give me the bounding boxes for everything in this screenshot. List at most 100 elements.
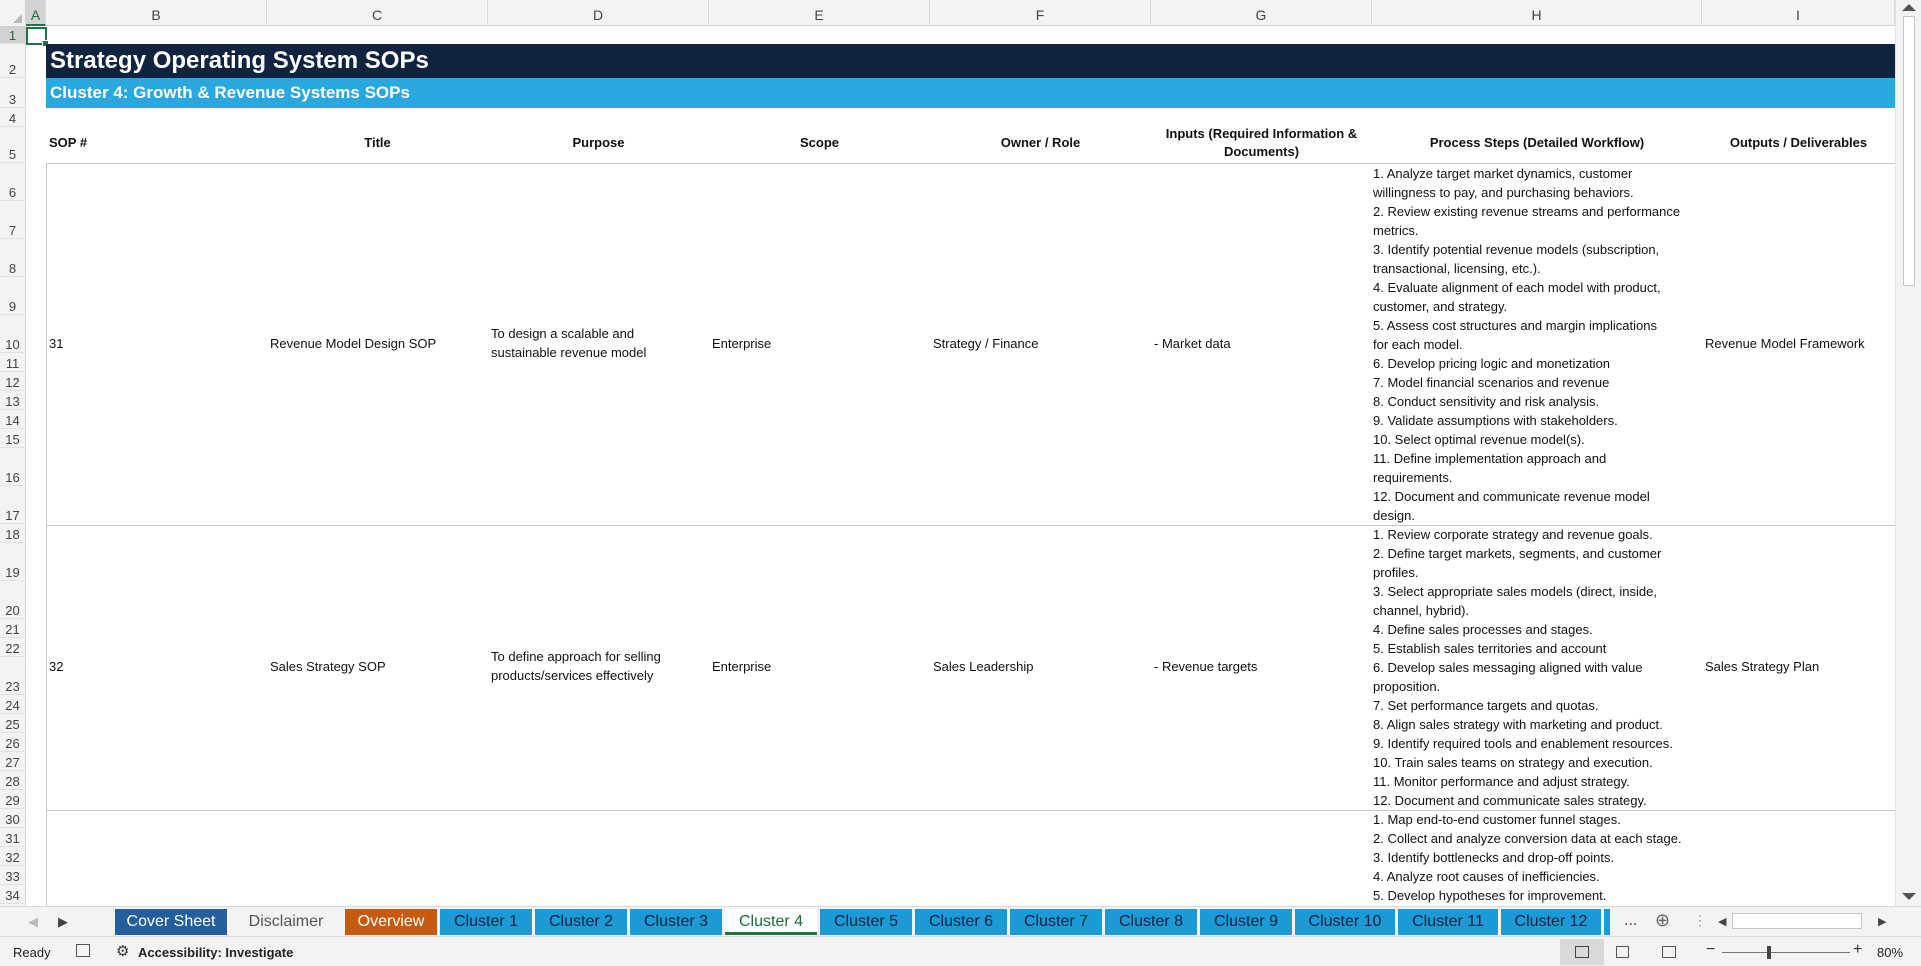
- tab-cover-sheet[interactable]: Cover Sheet: [115, 909, 227, 935]
- tab-cluster-8[interactable]: Cluster 8: [1105, 909, 1197, 935]
- row-header[interactable]: 23: [0, 657, 25, 695]
- tab-cluster-1[interactable]: Cluster 1: [440, 909, 532, 935]
- scroll-down-icon[interactable]: [1902, 893, 1916, 900]
- row-header[interactable]: 21: [0, 619, 25, 638]
- row-header[interactable]: 19: [0, 543, 25, 581]
- cell-outputs[interactable]: Sales Strategy Plan: [1705, 657, 1819, 676]
- cell-owner[interactable]: Sales Leadership: [933, 657, 1033, 676]
- row-header[interactable]: 13: [0, 391, 25, 410]
- zoom-out-icon[interactable]: −: [1706, 941, 1715, 959]
- row-header[interactable]: 24: [0, 695, 25, 714]
- column-header-i[interactable]: I: [1702, 0, 1895, 26]
- row-header[interactable]: 20: [0, 581, 25, 619]
- cell-purpose[interactable]: To design a scalable and sustainable rev…: [491, 324, 661, 362]
- tab-cluster-10[interactable]: Cluster 10: [1295, 909, 1395, 935]
- tab-overview[interactable]: Overview: [345, 909, 437, 935]
- zoom-slider-thumb[interactable]: [1767, 946, 1771, 959]
- vertical-scrollbar[interactable]: [1895, 0, 1921, 906]
- row-header[interactable]: 2: [0, 44, 25, 78]
- row-header[interactable]: 27: [0, 752, 25, 771]
- row-header[interactable]: 25: [0, 714, 25, 733]
- zoom-level[interactable]: 80%: [1877, 945, 1903, 960]
- add-sheet-icon[interactable]: ⊕: [1655, 910, 1670, 931]
- vertical-scroll-thumb[interactable]: [1903, 16, 1915, 286]
- row-header[interactable]: 4: [0, 108, 25, 127]
- row-header[interactable]: 16: [0, 448, 25, 486]
- scroll-up-icon[interactable]: [1902, 4, 1916, 11]
- cell-purpose[interactable]: To define approach for selling products/…: [491, 647, 696, 685]
- tab-cluster-7[interactable]: Cluster 7: [1010, 909, 1102, 935]
- row-header[interactable]: 14: [0, 410, 25, 429]
- cell-process-steps[interactable]: 1. Map end-to-end customer funnel stages…: [1373, 810, 1703, 905]
- zoom-slider[interactable]: [1722, 952, 1850, 953]
- column-header-e[interactable]: E: [709, 0, 930, 26]
- tab-cluster-12[interactable]: Cluster 12: [1501, 909, 1601, 935]
- row-header[interactable]: 12: [0, 372, 25, 391]
- splitter-handle-icon[interactable]: ⋮: [1693, 912, 1707, 929]
- row-header[interactable]: 9: [0, 277, 25, 315]
- cell-process-steps[interactable]: 1. Analyze target market dynamics, custo…: [1373, 164, 1703, 525]
- cell-sop-number[interactable]: 31: [49, 334, 63, 353]
- row-header[interactable]: 6: [0, 163, 25, 201]
- row-header[interactable]: 28: [0, 771, 25, 790]
- row-header[interactable]: 32: [0, 847, 25, 866]
- cell-scope[interactable]: Enterprise: [712, 657, 771, 676]
- cell-outputs[interactable]: Revenue Model Framework: [1705, 334, 1865, 353]
- select-all-button[interactable]: [0, 0, 26, 26]
- hscroll-left-icon[interactable]: ◀: [1718, 915, 1726, 928]
- column-header-g[interactable]: G: [1151, 0, 1372, 26]
- column-header-h[interactable]: H: [1372, 0, 1702, 26]
- hscroll-right-icon[interactable]: ▶: [1878, 915, 1886, 928]
- row-header[interactable]: 33: [0, 866, 25, 885]
- macro-recorder-icon[interactable]: [76, 944, 90, 957]
- row-header[interactable]: 34: [0, 885, 25, 904]
- column-header-f[interactable]: F: [930, 0, 1151, 26]
- tab-cluster-11[interactable]: Cluster 11: [1398, 909, 1498, 935]
- row-header[interactable]: 17: [0, 486, 25, 524]
- cell-owner[interactable]: Strategy / Finance: [933, 334, 1039, 353]
- row-header[interactable]: 10: [0, 315, 25, 353]
- row-header[interactable]: 8: [0, 239, 25, 277]
- tab-disclaimer[interactable]: Disclaimer: [230, 909, 342, 935]
- row-header[interactable]: 5: [0, 127, 25, 163]
- cell-title[interactable]: Revenue Model Design SOP: [270, 334, 436, 353]
- tab-cluster-6[interactable]: Cluster 6: [915, 909, 1007, 935]
- tab-cluster-4[interactable]: Cluster 4: [725, 909, 817, 935]
- row-header[interactable]: 3: [0, 78, 25, 108]
- tab-cluster-3[interactable]: Cluster 3: [630, 909, 722, 935]
- column-header-d[interactable]: D: [488, 0, 709, 26]
- cell-scope[interactable]: Enterprise: [712, 334, 771, 353]
- horizontal-scrollbar[interactable]: [1732, 913, 1862, 929]
- tab-scroll-left-icon[interactable]: ◀: [28, 914, 38, 930]
- accessibility-status[interactable]: Accessibility: Investigate: [138, 945, 293, 960]
- page-layout-icon[interactable]: [1616, 946, 1629, 958]
- tab-cluster-2[interactable]: Cluster 2: [535, 909, 627, 935]
- column-header-a[interactable]: A: [26, 0, 46, 26]
- row-header[interactable]: 1: [0, 26, 25, 44]
- tab-cluster-9[interactable]: Cluster 9: [1200, 909, 1292, 935]
- row-header[interactable]: 29: [0, 790, 25, 809]
- column-header-c[interactable]: C: [267, 0, 488, 26]
- cell-process-steps[interactable]: 1. Review corporate strategy and revenue…: [1373, 525, 1703, 810]
- row-header[interactable]: 18: [0, 524, 25, 543]
- cell-title[interactable]: Sales Strategy SOP: [270, 657, 386, 676]
- row-header[interactable]: 31: [0, 828, 25, 847]
- page-break-preview-icon[interactable]: [1662, 946, 1676, 958]
- cell-inputs[interactable]: - Market data: [1154, 334, 1231, 353]
- tab-scroll-right-icon[interactable]: ▶: [58, 914, 68, 930]
- tab-next-partial[interactable]: [1604, 909, 1610, 935]
- row-header[interactable]: 7: [0, 201, 25, 239]
- row-header[interactable]: 30: [0, 809, 25, 828]
- column-header-b[interactable]: B: [46, 0, 267, 26]
- row-header[interactable]: 22: [0, 638, 25, 657]
- row-header[interactable]: 15: [0, 429, 25, 448]
- accessibility-icon[interactable]: ⚙: [116, 942, 129, 960]
- row-header[interactable]: 11: [0, 353, 25, 372]
- cell-inputs[interactable]: - Revenue targets: [1154, 657, 1257, 676]
- cell-sop-number[interactable]: 32: [49, 657, 63, 676]
- worksheet-grid[interactable]: Strategy Operating System SOPs Cluster 4…: [26, 27, 1895, 906]
- more-tabs-button[interactable]: ...: [1624, 912, 1637, 930]
- active-cell-a1[interactable]: [26, 27, 49, 47]
- tab-cluster-5[interactable]: Cluster 5: [820, 909, 912, 935]
- normal-view-button[interactable]: [1560, 939, 1604, 965]
